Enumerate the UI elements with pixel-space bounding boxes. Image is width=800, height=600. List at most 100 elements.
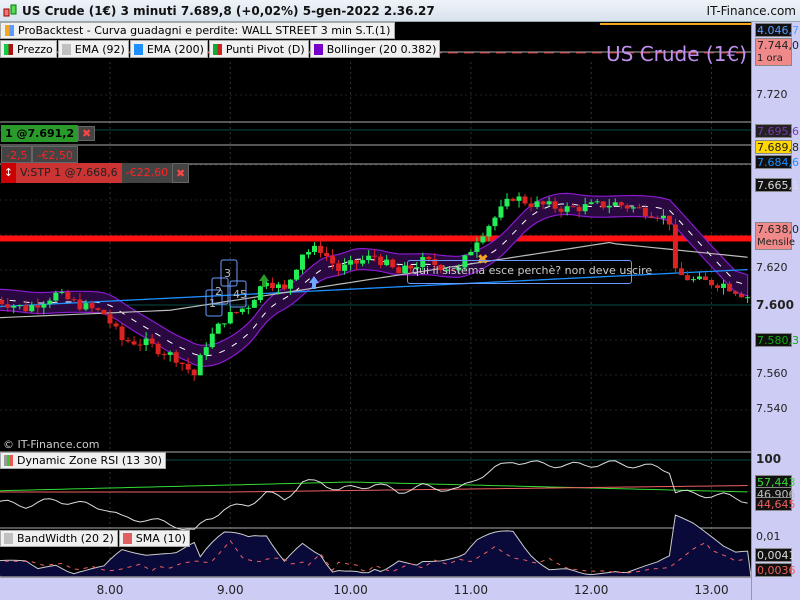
legend-item[interactable]: Prezzo <box>0 40 57 58</box>
candle-body <box>546 201 552 205</box>
chart-annotation[interactable]: qui il sistema esce perchè? non deve usc… <box>407 260 652 284</box>
candle-body <box>287 279 293 289</box>
bandwidth-label: BandWidth (20 2) <box>17 532 114 545</box>
candle-body <box>59 292 65 294</box>
pnl-points: -2,5 <box>1 146 33 163</box>
price-label-value: 7.744,0 <box>757 39 799 52</box>
price-label: 7.665,1 <box>755 178 799 192</box>
bandwidth-swatch-icon <box>4 533 13 544</box>
candle-body <box>233 312 239 314</box>
candle-body <box>564 206 570 212</box>
legend-label: Bollinger (20 0.382) <box>326 42 437 56</box>
candle-body <box>721 283 727 288</box>
candle-body <box>715 285 721 288</box>
position-order[interactable]: 1 @7.691,2 ✖ <box>1 125 96 142</box>
candle-body <box>113 323 119 327</box>
candle-body <box>618 202 624 206</box>
stop-label: V:STP 1 @7.668,6 <box>16 162 122 183</box>
candle-body <box>366 255 372 261</box>
price-chart[interactable]: 12345✖ <box>0 22 751 577</box>
candle-body <box>354 260 360 264</box>
stop-order[interactable]: ↕ V:STP 1 @7.668,6 -€22,60 ✖ <box>1 162 190 183</box>
rsi-value: 44,645 <box>755 497 796 511</box>
candle-body <box>17 305 23 307</box>
candle-body <box>53 292 59 301</box>
candle-body <box>534 201 540 208</box>
candle-body <box>245 307 251 309</box>
rsi-tick: 100 <box>756 452 782 466</box>
candle-body <box>709 279 714 286</box>
candle-body <box>5 304 11 308</box>
candle-body <box>119 326 125 341</box>
time-tick: 8.00 <box>96 583 124 597</box>
candle-body <box>396 267 402 274</box>
candle-body <box>71 299 77 301</box>
candle-body <box>101 309 107 315</box>
candle-body <box>384 259 390 266</box>
rsi-legend: Dynamic Zone RSI (13 30) <box>0 452 167 469</box>
candle-body <box>390 259 396 268</box>
candle-body <box>293 269 299 280</box>
legend-item[interactable]: Bollinger (20 0.382) <box>309 40 441 58</box>
candle-body <box>227 312 233 324</box>
price-tick: 7.560 <box>756 367 788 380</box>
backtest-value: 4.046,7 <box>755 23 799 37</box>
candle-body <box>29 305 35 312</box>
price-label-sub: Mensile <box>757 237 796 248</box>
candle-body <box>11 305 17 308</box>
candle-body <box>83 303 89 310</box>
time-tick: 11.00 <box>453 583 489 597</box>
candle-body <box>474 242 480 252</box>
candle-body <box>636 207 642 209</box>
candle-body <box>360 260 366 264</box>
candle-body <box>143 338 149 346</box>
window-title: US Crude (1€) 3 minuti 7.689,8 (+0,02%) … <box>22 3 435 18</box>
trade-marker-label: 2 <box>215 285 222 298</box>
price-label-value: 7.638,0 <box>757 223 799 236</box>
candle-body <box>510 198 516 201</box>
cancel-stop-icon[interactable]: ✖ <box>172 162 190 183</box>
candle-body <box>522 196 528 204</box>
candle-body <box>606 205 612 208</box>
price-label-sub: 1 ora <box>757 53 783 64</box>
candle-body <box>696 276 702 280</box>
position-label: 1 @7.691,2 <box>1 125 79 142</box>
price-label-value: 7.695,6 <box>757 125 799 138</box>
bandwidth-value: 0,0036 <box>755 563 796 577</box>
candle-body <box>348 260 354 265</box>
bollinger-mid <box>0 203 748 357</box>
legend-label: EMA (92) <box>74 42 125 56</box>
legend-item[interactable]: EMA (92) <box>57 40 129 58</box>
legend-item[interactable]: EMA (200) <box>129 40 208 58</box>
candle-body <box>648 216 654 218</box>
backtest-legend[interactable]: ProBacktest - Curva guadagni e perdite: … <box>0 22 396 39</box>
candle-body <box>221 323 227 325</box>
price-tick: 7.540 <box>756 402 788 415</box>
rsi-line <box>0 460 748 530</box>
bandwidth-value: 0,0041 <box>755 548 796 562</box>
price-label: 7.638,0 Mensile <box>755 222 799 250</box>
candle-body <box>197 355 203 376</box>
candle-body <box>378 256 384 266</box>
candle-body <box>498 206 504 218</box>
legend-label: EMA (200) <box>146 42 204 56</box>
candle-body <box>41 304 47 308</box>
site-name: IT-Finance.com <box>706 3 796 18</box>
legend-swatch-icon <box>61 43 71 55</box>
legend-label: Prezzo <box>17 42 53 56</box>
time-axis[interactable]: 8.00 9.00 10.00 11.00 12.00 13.00 <box>0 577 751 600</box>
candle-body <box>191 369 197 376</box>
close-position-icon[interactable]: ✖ <box>78 126 96 141</box>
candle-body <box>582 204 588 212</box>
candle-body <box>516 196 522 201</box>
candle-body <box>480 236 486 243</box>
price-label: 7.580,3 <box>755 333 799 347</box>
legend-swatch-icon <box>133 43 143 55</box>
pnl-euro: -€2,50 <box>32 146 78 163</box>
candle-body <box>215 323 221 334</box>
rsi-swatch-icon <box>4 455 13 466</box>
legend-item[interactable]: Punti Pivot (D) <box>208 40 309 58</box>
candle-body <box>630 207 636 209</box>
copyright: © IT-Finance.com <box>3 438 100 451</box>
drag-stop-icon[interactable]: ↕ <box>1 162 16 183</box>
